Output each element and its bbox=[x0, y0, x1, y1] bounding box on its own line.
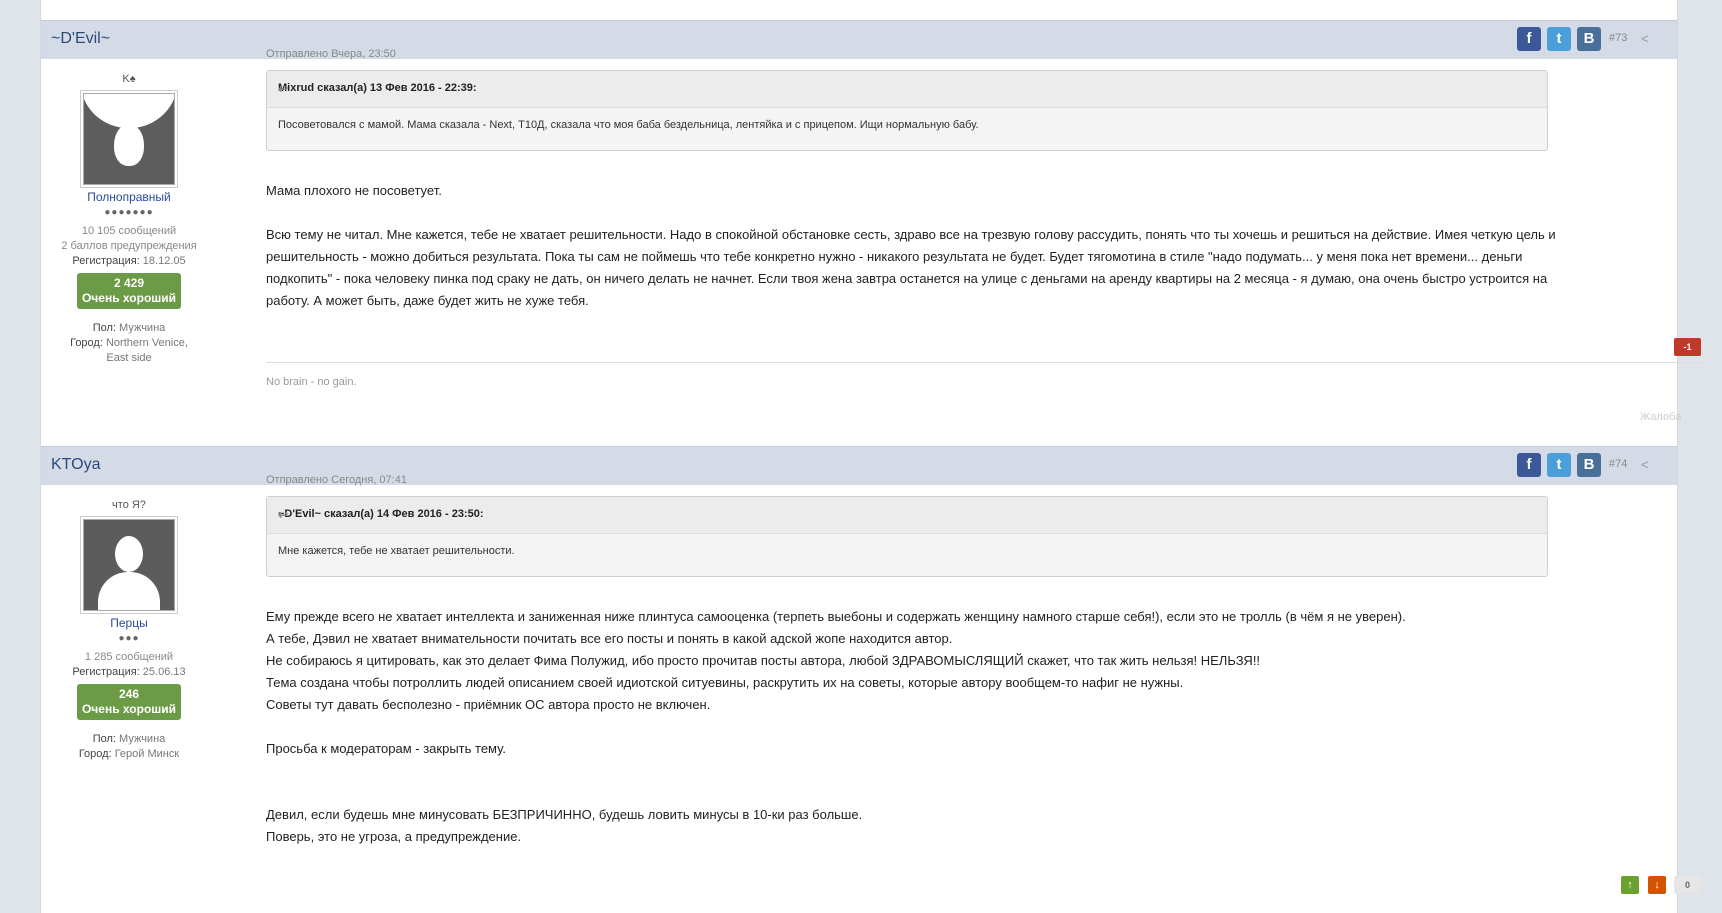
signature-divider bbox=[266, 362, 1706, 363]
text-line bbox=[266, 202, 1686, 224]
post-date: Отправлено Сегодня, 07:41 bbox=[266, 474, 407, 486]
author-sidebar: что Я? Перцы ●●● 1 285 сообщений Регистр… bbox=[41, 488, 217, 762]
quote-block: ~D'Evil~ сказал(а) 14 Фев 2016 - 23:50: … bbox=[266, 496, 1548, 577]
post-body: Отправлено Вчера, 23:50 Mixrud сказал(а)… bbox=[266, 20, 1706, 423]
rank-pips: ●●● bbox=[118, 633, 140, 644]
vote-down-button[interactable]: ↓ bbox=[1648, 876, 1666, 894]
reputation-label: Очень хороший bbox=[81, 291, 177, 305]
text-line: работу. А может быть, даже будет жить не… bbox=[266, 293, 589, 308]
post-73: ~D'Evil~ f t B #73 < K♠ Полноправный ●●●… bbox=[41, 20, 1706, 423]
vote-score-badge: 0 bbox=[1674, 876, 1701, 894]
page-content: ~D'Evil~ f t B #73 < K♠ Полноправный ●●●… bbox=[40, 0, 1706, 913]
quote-text: Посоветовался с мамой. Мама сказала - Ne… bbox=[278, 119, 979, 131]
text-line: Не собираюсь я цитировать, как это делае… bbox=[266, 653, 1261, 668]
post-text: Мама плохого не посоветует. Всю тему не … bbox=[266, 180, 1686, 312]
quote-header: ~D'Evil~ сказал(а) 14 Фев 2016 - 23:50: … bbox=[267, 497, 1547, 534]
text-line: Ему прежде всего не хватает интеллекта и… bbox=[266, 609, 1406, 624]
gender: Пол: Мужчина bbox=[92, 733, 166, 745]
vote-up-button[interactable]: ↑ bbox=[1621, 876, 1639, 894]
text-line bbox=[266, 760, 1686, 782]
member-rank: Полноправный bbox=[87, 190, 171, 204]
post-date: Отправлено Вчера, 23:50 bbox=[266, 48, 396, 60]
reputation-value: 2 429 bbox=[113, 276, 145, 290]
text-line: Поверь, это не угроза, а предупреждение. bbox=[266, 829, 522, 844]
text-line: подкопить" - пока человеку пинка под сра… bbox=[266, 271, 1548, 286]
reputation-label: Очень хороший bbox=[81, 702, 177, 716]
signature: No brain - no gain. bbox=[266, 376, 357, 388]
text-line bbox=[266, 716, 1686, 738]
registration: Регистрация: 25.06.13 bbox=[72, 666, 186, 678]
author-sidebar: K♠ Полноправный ●●●●●●● 10 105 сообщений… bbox=[41, 62, 217, 366]
warning-points: 2 баллов предупреждения bbox=[61, 240, 197, 252]
registration: Регистрация: 18.12.05 bbox=[72, 255, 186, 267]
author-username-link[interactable]: ~D'Evil~ bbox=[51, 30, 110, 48]
post-text: Ему прежде всего не хватает интеллекта и… bbox=[266, 606, 1686, 848]
report-link[interactable]: Жалоба bbox=[1640, 411, 1681, 423]
quote-text: Мне кажется, тебе не хватает решительнос… bbox=[278, 545, 515, 557]
text-line: Всю тему не читал. Мне кажется, тебе не … bbox=[266, 227, 1556, 242]
text-line: Мама плохого не посоветует. bbox=[266, 183, 442, 198]
text-line: Просьба к модераторам - закрыть тему. bbox=[266, 741, 506, 756]
gender: Пол: Мужчина bbox=[92, 322, 166, 334]
text-line: Тема создана чтобы потроллить людей опис… bbox=[266, 675, 1184, 690]
text-line: Девил, если будешь мне минусовать БЕЗПРИ… bbox=[266, 807, 863, 822]
avatar[interactable] bbox=[83, 93, 175, 185]
member-title: что Я? bbox=[112, 499, 146, 511]
post-count: 1 285 сообщений bbox=[84, 651, 174, 663]
text-line: решительность - можно добиться результат… bbox=[266, 249, 1523, 264]
city: Город: Northern Venice, bbox=[70, 337, 188, 349]
member-title: K♠ bbox=[122, 73, 136, 85]
avatar[interactable] bbox=[83, 519, 175, 611]
city: Город: Герой Минск bbox=[78, 748, 180, 760]
member-rank: Перцы bbox=[110, 616, 148, 630]
quote-jump-icon[interactable]: ↩ bbox=[278, 82, 1533, 96]
city-line-2: East side bbox=[106, 352, 152, 364]
text-line: А тебе, Дэвил не хватает внимательности … bbox=[266, 631, 953, 646]
rank-pips: ●●●●●●● bbox=[104, 207, 154, 218]
quote-block: Mixrud сказал(а) 13 Фев 2016 - 22:39: ↩ … bbox=[266, 70, 1548, 151]
reputation-badge: 246 Очень хороший bbox=[77, 684, 181, 720]
post-body: Отправлено Сегодня, 07:41 ~D'Evil~ сказа… bbox=[266, 446, 1706, 913]
quote-header: Mixrud сказал(а) 13 Фев 2016 - 22:39: ↩ bbox=[267, 71, 1547, 108]
text-line: Советы тут давать бесполезно - приёмник … bbox=[266, 697, 711, 712]
vote-score-badge: -1 bbox=[1674, 338, 1701, 356]
text-line bbox=[266, 782, 1686, 804]
author-username-link[interactable]: KTOya bbox=[51, 456, 101, 474]
quote-jump-icon[interactable]: ↩ bbox=[278, 508, 1533, 522]
reputation-badge: 2 429 Очень хороший bbox=[77, 273, 181, 309]
post-count: 10 105 сообщений bbox=[81, 225, 177, 237]
post-74: KTOya f t B #74 < что Я? Перцы ●●● 1 285… bbox=[41, 446, 1701, 913]
reputation-value: 246 bbox=[118, 687, 140, 701]
